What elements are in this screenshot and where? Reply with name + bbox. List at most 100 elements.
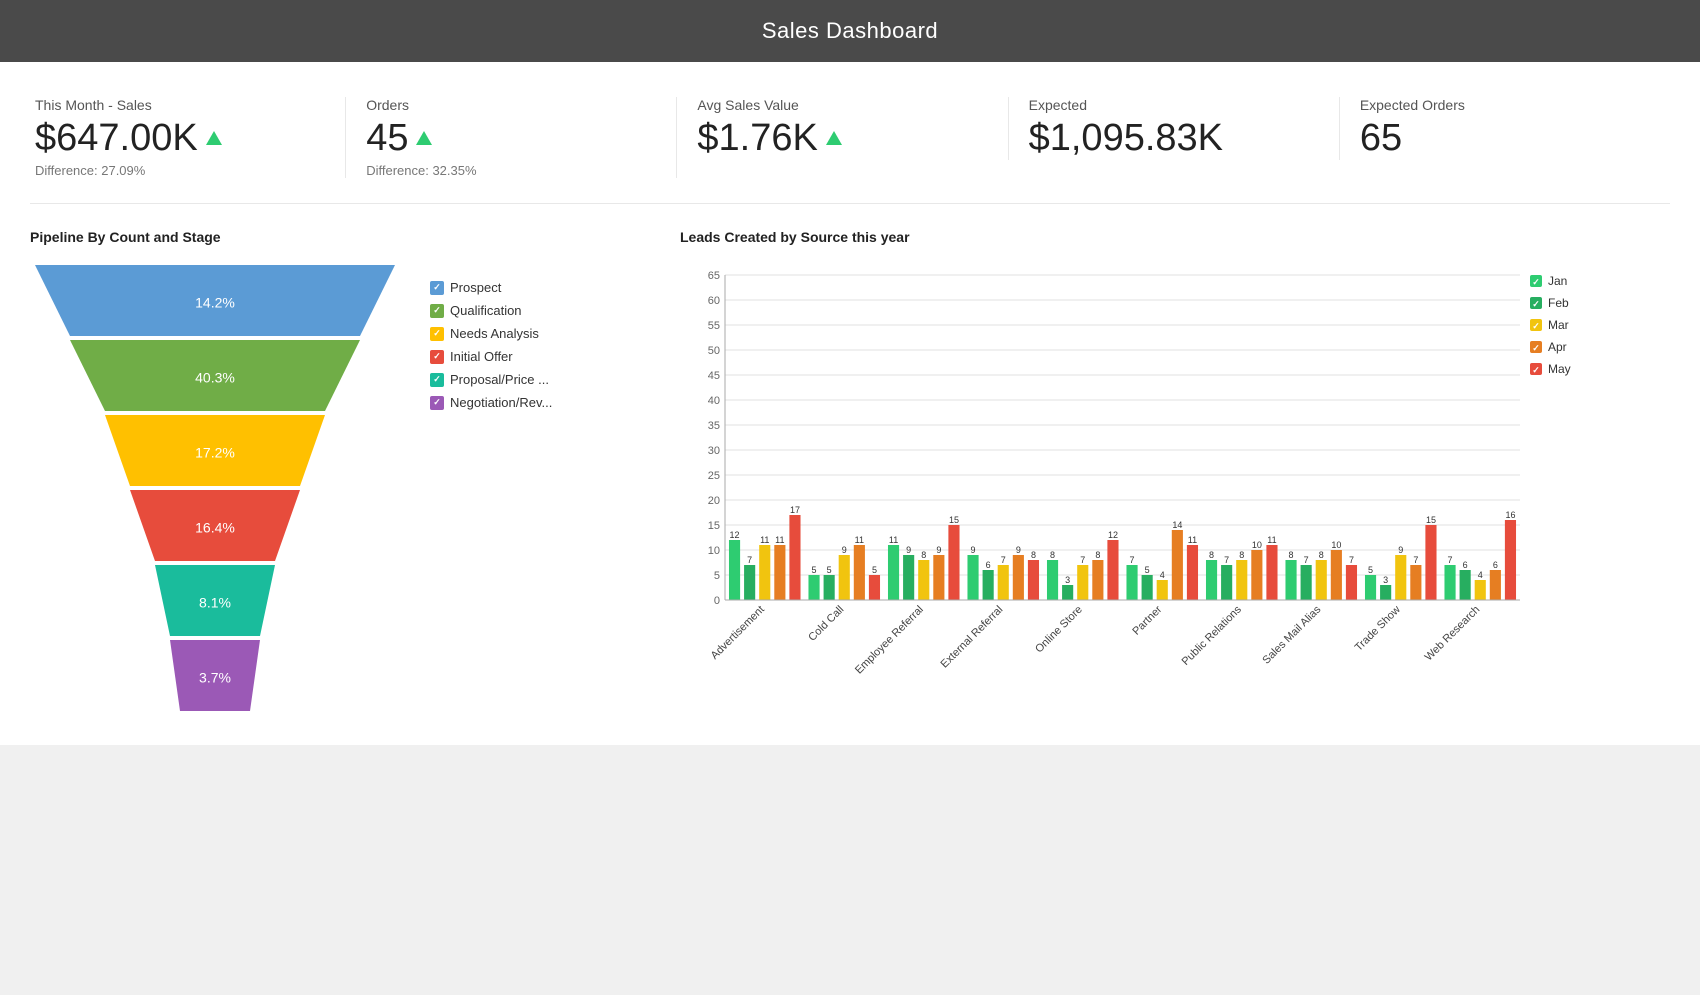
bar-2-3 (933, 555, 944, 600)
y-label: 50 (708, 345, 720, 357)
bar-value: 8 (1031, 550, 1036, 560)
bar-value: 10 (1331, 540, 1341, 550)
bar-value: 11 (855, 535, 864, 545)
bar-3-1 (983, 570, 994, 600)
funnel-label-1: 40.3% (195, 370, 235, 386)
up-arrow-icon (416, 131, 432, 145)
kpi-value: $1,095.83K (1029, 117, 1319, 160)
funnel-svg-area: 14.2%40.3%17.2%16.4%8.1%3.7% (30, 260, 400, 725)
x-label: Online Store (1033, 604, 1085, 656)
bar-5-4 (1187, 545, 1198, 600)
bar-value: 7 (1413, 555, 1418, 565)
x-label: Advertisement (709, 604, 767, 662)
bar-5-2 (1157, 580, 1168, 600)
bar-4-4 (1107, 540, 1118, 600)
bar-value: 15 (1426, 515, 1436, 525)
bar-value: 5 (1368, 565, 1373, 575)
bar-value: 4 (1478, 570, 1483, 580)
y-label: 25 (708, 470, 720, 482)
legend-color-box: ✓ (430, 304, 444, 318)
bar-7-4 (1346, 565, 1357, 600)
legend-color-box: ✓ (430, 350, 444, 364)
bar-0-3 (774, 545, 785, 600)
funnel-container: 14.2%40.3%17.2%16.4%8.1%3.7% ✓Prospect✓Q… (30, 260, 650, 725)
bar-value: 15 (949, 515, 959, 525)
bar-chart-title: Leads Created by Source this year (680, 229, 1670, 245)
legend-label-Feb: Feb (1548, 296, 1569, 310)
bar-value: 8 (1289, 550, 1294, 560)
kpi-item-4: Expected Orders65 (1340, 97, 1670, 160)
check-icon: ✓ (433, 374, 441, 385)
main-content: This Month - Sales $647.00K Difference: 27… (0, 62, 1700, 745)
bar-1-3 (854, 545, 865, 600)
bar-9-1 (1460, 570, 1471, 600)
bar-value: 7 (1130, 555, 1135, 565)
x-label: External Referral (939, 604, 1006, 671)
bar-7-0 (1285, 560, 1296, 600)
bar-value: 8 (1050, 550, 1055, 560)
check-icon: ✓ (433, 397, 441, 408)
bar-6-4 (1266, 545, 1277, 600)
legend-check-May: ✓ (1532, 365, 1540, 375)
funnel-title: Pipeline By Count and Stage (30, 229, 650, 245)
bar-1-2 (839, 555, 850, 600)
check-icon: ✓ (433, 351, 441, 362)
bar-value: 7 (1448, 555, 1453, 565)
kpi-diff: Difference: 27.09% (35, 163, 325, 178)
kpi-row: This Month - Sales $647.00K Difference: 27… (30, 82, 1670, 204)
bar-5-0 (1126, 565, 1137, 600)
kpi-label: Orders (366, 97, 656, 113)
bar-value: 8 (1095, 550, 1100, 560)
bar-value: 9 (971, 545, 976, 555)
bar-7-1 (1301, 565, 1312, 600)
kpi-value: $1.76K (697, 117, 987, 160)
funnel-legend-item-4: ✓ Proposal/Price ... (430, 372, 552, 387)
bar-3-4 (1028, 560, 1039, 600)
y-label: 55 (708, 320, 720, 332)
legend-label-Mar: Mar (1548, 318, 1569, 332)
bar-value: 9 (936, 545, 941, 555)
x-label: Web Research (1423, 604, 1483, 664)
x-label: Cold Call (806, 604, 846, 644)
funnel-legend-item-2: ✓Needs Analysis (430, 326, 552, 341)
bar-5-3 (1172, 530, 1183, 600)
bar-8-0 (1365, 575, 1376, 600)
legend-label-Apr: Apr (1548, 340, 1567, 354)
y-label: 20 (708, 495, 720, 507)
y-label: 5 (714, 570, 720, 582)
legend-label: Needs Analysis (450, 326, 539, 341)
funnel-label-2: 17.2% (195, 445, 235, 461)
up-arrow-icon (206, 131, 222, 145)
bar-value: 12 (1108, 530, 1118, 540)
bar-value: 5 (827, 565, 832, 575)
bar-value: 3 (1383, 575, 1388, 585)
kpi-diff: Difference: 32.35% (366, 163, 656, 178)
bar-1-1 (824, 575, 835, 600)
bar-6-3 (1251, 550, 1262, 600)
bar-chart-svg: 65605550454035302520151050127111117Adver… (680, 260, 1600, 700)
kpi-item-3: Expected$1,095.83K (1009, 97, 1340, 160)
bar-value: 9 (1016, 545, 1021, 555)
y-label: 60 (708, 295, 720, 307)
bar-value: 6 (986, 560, 991, 570)
y-label: 45 (708, 370, 720, 382)
kpi-value: $647.00K (35, 117, 325, 160)
kpi-value: 45 (366, 117, 656, 160)
legend-label: Negotiation/Rev... (450, 395, 552, 410)
kpi-label: This Month - Sales (35, 97, 325, 113)
bar-value: 8 (921, 550, 926, 560)
funnel-legend-item-3: ✓Initial Offer (430, 349, 552, 364)
bar-value: 4 (1160, 570, 1165, 580)
funnel-panel: Pipeline By Count and Stage 14.2%40.3%17… (30, 229, 650, 725)
kpi-label: Avg Sales Value (697, 97, 987, 113)
bar-0-1 (744, 565, 755, 600)
legend-check-Apr: ✓ (1532, 343, 1540, 353)
bar-value: 7 (1304, 555, 1309, 565)
bar-value: 9 (1398, 545, 1403, 555)
legend-check-Jan: ✓ (1532, 277, 1540, 287)
funnel-label-3: 16.4% (195, 520, 235, 536)
bar-value: 14 (1172, 520, 1182, 530)
bar-2-2 (918, 560, 929, 600)
legend-label: Proposal/Price ... (450, 372, 549, 387)
bar-value: 5 (812, 565, 817, 575)
